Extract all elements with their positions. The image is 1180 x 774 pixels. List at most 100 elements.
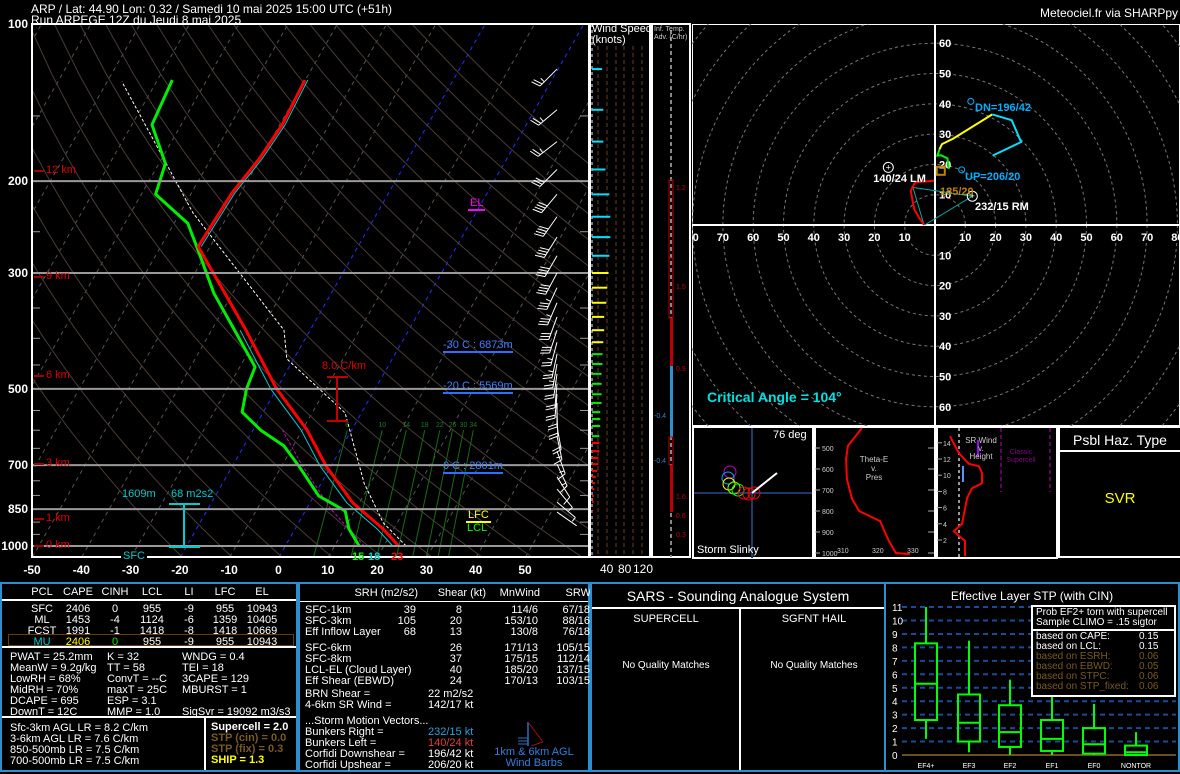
barb-feather (542, 361, 552, 364)
kinematic-header: Shear (kt) (437, 587, 486, 599)
pressure-label: 300 (7, 266, 28, 281)
stp-iqr-box (1040, 719, 1064, 752)
barb-feather (537, 289, 548, 293)
parcel-header: LFC (214, 586, 236, 598)
sars-supercell-heading: SUPERCELL (633, 613, 699, 625)
sars-divider (739, 609, 741, 770)
temp-adv-value: 1.5 (676, 283, 686, 291)
sfc-label: SFC (121, 550, 147, 562)
barb-feather (539, 320, 549, 323)
eff-inflow-base-label: 1609m (122, 488, 156, 500)
stp-y-label: 3 (892, 711, 898, 722)
index-value: DownT = 12C (10, 706, 78, 718)
composite-index: SHIP = 1.3 (211, 754, 265, 766)
temperature-label: -40 (72, 563, 90, 577)
kinematic-header: SRW (565, 587, 591, 599)
parcel-cell: MU (33, 636, 51, 648)
stp-y-label: 1 (892, 738, 898, 749)
height-tick (34, 169, 44, 172)
barb-staff (538, 109, 558, 126)
theta-e-title-3: Pres (865, 473, 883, 482)
sfc-dewpoint-label: 15 (352, 551, 365, 563)
ring-label: 30 (939, 311, 951, 323)
kinematic-cell: 103/15 (556, 675, 590, 687)
ring-label: 50 (939, 372, 951, 384)
critical-angle-label: Critical Angle = 104° (707, 389, 842, 405)
isotherm-line (130, 24, 437, 557)
stp-y-label: 6 (892, 670, 898, 681)
wind-barb (541, 342, 558, 367)
kinematics-panel: SRH (m2/s2) Shear (kt) MnWind SRW SFC-1km 39 8… (298, 582, 591, 772)
mean-wind-label: 185/20 (940, 186, 974, 198)
wind-speed-tick-40: 40 (600, 562, 614, 576)
isotherm-line (426, 274, 588, 557)
temperature-label: -50 (23, 563, 41, 577)
barb-staff (543, 236, 558, 258)
isotherm-line (377, 188, 588, 557)
eff-inflow-srh-label: 68 m2s2 (171, 488, 214, 500)
hazard-type: SVR (1104, 490, 1136, 507)
index-value: MMP = 1.0 (107, 706, 161, 718)
temperature-label: 30 (419, 563, 434, 577)
barb-feather (540, 318, 551, 320)
wind-barb (533, 216, 558, 237)
sr-wind-h-label: 8 (943, 489, 947, 496)
mixing-ratio-label: 34 (469, 422, 477, 429)
stp-prob-box: Prob EF2+ torn with supercell Sample CLI… (1031, 605, 1176, 697)
barb-half-feather (539, 117, 544, 122)
temp-adv-value: 0.9 (676, 365, 686, 373)
lfc-label: LFC (466, 509, 491, 523)
theta-e-p-label: 700 (822, 488, 834, 495)
barb-feather (542, 377, 553, 380)
barb-legend-2: Wind Barbs (505, 757, 563, 769)
index-value: MBURST = 1 (182, 684, 247, 696)
barb-feather (538, 305, 549, 308)
barb-feather (539, 247, 550, 251)
height-tick (34, 517, 44, 520)
dry-adiabat-line (32, 261, 283, 557)
storm-motion-label: Corfidi Upshear = (305, 759, 391, 771)
barb-staff (542, 216, 558, 237)
temperature-label: -30 (121, 563, 140, 577)
temp-adv-title-2: Adv. (C/hr) (654, 34, 688, 41)
wind-barb (539, 316, 558, 340)
temp-adv-bar (670, 465, 673, 512)
temp-adv-bar (670, 366, 673, 437)
temperature-trace (196, 79, 400, 548)
stp-iqr-box (1124, 744, 1148, 757)
parcel-header: LCL (141, 586, 163, 598)
slinky-title: Storm Slinky (697, 544, 759, 556)
parcel-panel: PCL CAPE CINH LCL LI LFC EL SFC 2406 0 955 -9 955 109… (0, 582, 298, 772)
stp-prob-title-2: Sample CLIMO = .15 sigtor (1036, 617, 1157, 628)
temp-adv-value: 0.6 (676, 513, 686, 521)
ring-label: 10 (899, 232, 911, 244)
kinematic-header-divider (300, 601, 588, 602)
height-tick (34, 374, 44, 377)
lm-label: 140/24 LM (873, 173, 926, 185)
kinematic-row-label: Eff Shear (EBWD) (305, 675, 395, 687)
barb-feather (543, 374, 553, 377)
storm-motion-value: 206/20 kt (428, 759, 474, 771)
barb-feather (538, 323, 548, 326)
temp-adv-bar (670, 318, 673, 366)
pressure-label: 500 (7, 381, 28, 396)
ring-label: 60 (939, 402, 951, 414)
stp-box: EF2 (998, 679, 1022, 770)
ring-label: 70 (717, 232, 729, 244)
stp-iqr-box (914, 642, 938, 722)
sars-supercell-result: No Quality Matches (622, 660, 710, 671)
sr-wind-h-label: 2 (943, 538, 947, 545)
ring-label: 50 (777, 232, 789, 244)
wind-speed-tick-80: 80 (618, 562, 632, 576)
mixing-ratio-line (437, 430, 465, 557)
mixing-ratio-line (395, 430, 426, 557)
stp-category-label: EF2 (1004, 763, 1017, 770)
isotherm-line (32, 24, 92, 128)
stp-category-label: EF4+ (918, 763, 935, 770)
stp-category-label: EF3 (963, 763, 976, 770)
stp-y-label: 2 (892, 724, 898, 735)
kinematic-header: MnWind (499, 587, 540, 599)
rm-label: 232/15 RM (975, 201, 1029, 213)
pressure-label: 700 (7, 458, 28, 473)
theta-e-t-label: 320 (872, 548, 884, 555)
